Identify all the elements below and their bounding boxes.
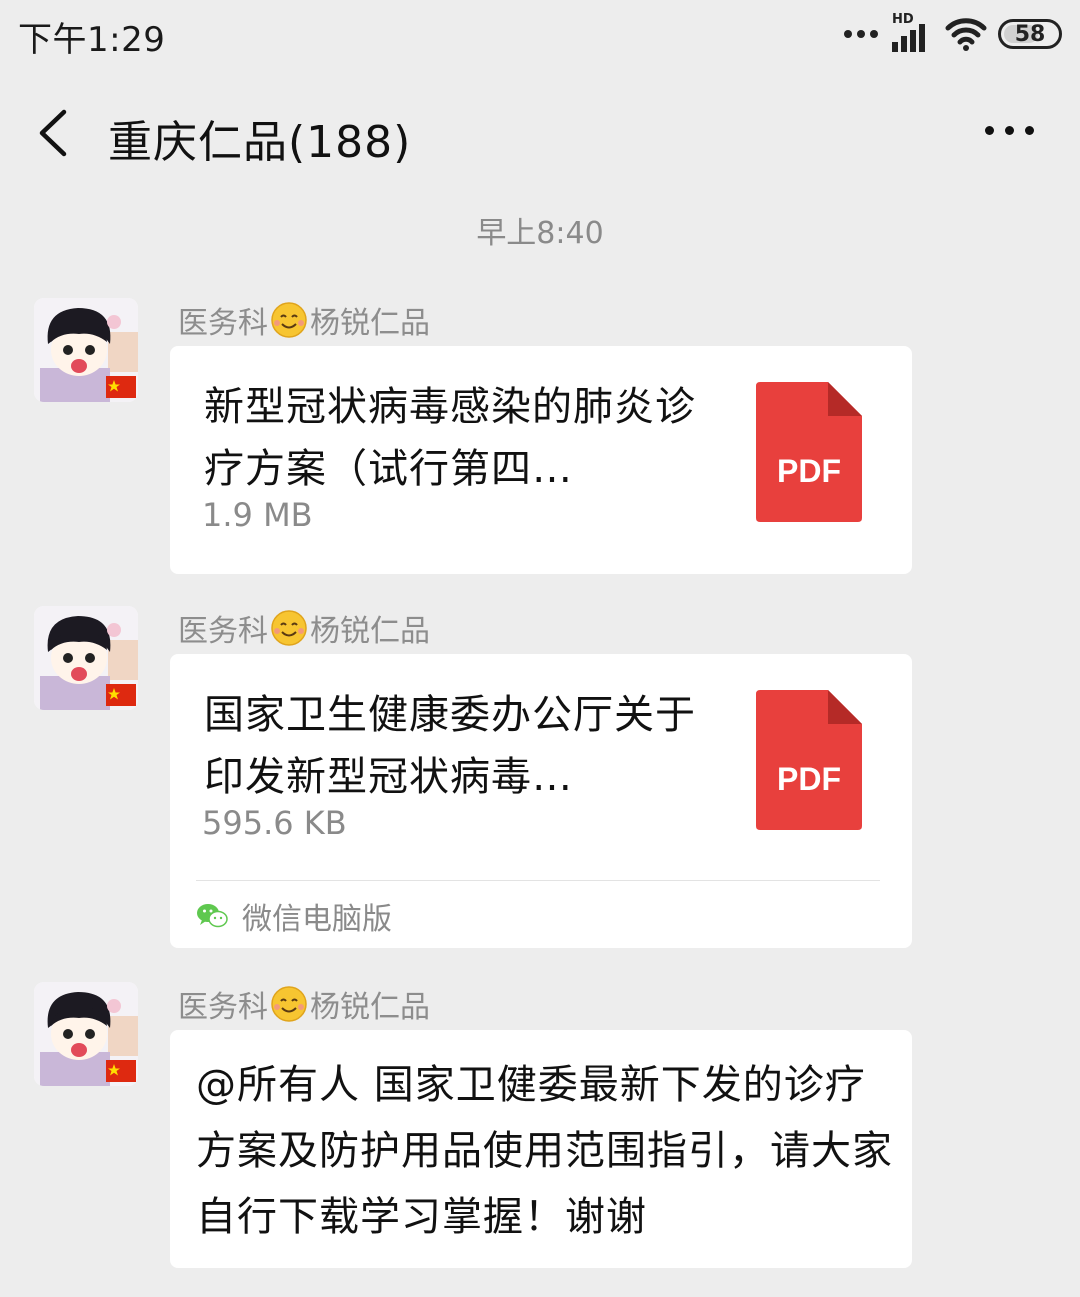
- smile-emoji-icon: [271, 986, 307, 1022]
- chat-header: 重庆仁品(188): [0, 86, 1080, 178]
- file-message-bubble[interactable]: 新型冠状病毒感染的肺炎诊疗方案（试行第四… 1.9 MB PDF: [170, 346, 912, 574]
- sender-name: 医务科 杨锐仁品: [178, 606, 430, 650]
- message-timestamp: 早上8:40: [476, 216, 604, 251]
- divider: [196, 880, 880, 881]
- avatar[interactable]: [34, 298, 138, 402]
- file-name: 新型冠状病毒感染的肺炎诊疗方案（试行第四…: [204, 384, 696, 492]
- battery-level: 58: [1014, 21, 1046, 47]
- message-source: 微信电脑版: [196, 894, 392, 938]
- cellular-signal-icon: HD: [892, 12, 934, 52]
- pdf-file-icon: PDF: [756, 382, 862, 522]
- pdf-label: PDF: [777, 453, 841, 489]
- more-dots-icon[interactable]: [985, 126, 1034, 135]
- avatar[interactable]: [34, 982, 138, 1086]
- source-label: 微信电脑版: [242, 902, 392, 937]
- file-size: 595.6 KB: [202, 804, 347, 842]
- sender-dept: 医务科: [178, 306, 268, 341]
- file-message-bubble[interactable]: 国家卫生健康委办公厅关于印发新型冠状病毒… 595.6 KB PDF 微信电脑版: [170, 654, 912, 948]
- sender-dept: 医务科: [178, 990, 268, 1025]
- file-name: 国家卫生健康委办公厅关于印发新型冠状病毒…: [204, 692, 696, 800]
- sender-person: 杨锐仁品: [310, 614, 430, 649]
- notification-dots-icon: [844, 30, 878, 38]
- pdf-file-icon: PDF: [756, 690, 862, 830]
- sender-name: 医务科 杨锐仁品: [178, 982, 430, 1026]
- status-bar: 下午1:29 HD 58: [0, 0, 1080, 70]
- file-size: 1.9 MB: [202, 496, 313, 534]
- avatar[interactable]: [34, 606, 138, 710]
- sender-person: 杨锐仁品: [310, 306, 430, 341]
- chat-title: 重庆仁品(188): [108, 117, 412, 168]
- battery-icon: 58: [998, 19, 1062, 49]
- sender-dept: 医务科: [178, 614, 268, 649]
- pdf-label: PDF: [777, 761, 841, 797]
- message-text: @所有人 国家卫健委最新下发的诊疗方案及防护用品使用范围指引，请大家自行下载学习…: [196, 1062, 893, 1240]
- status-time: 下午1:29: [18, 20, 166, 60]
- text-message-bubble[interactable]: @所有人 国家卫健委最新下发的诊疗方案及防护用品使用范围指引，请大家自行下载学习…: [170, 1030, 912, 1268]
- sender-name: 医务科 杨锐仁品: [178, 298, 430, 342]
- wechat-icon: [197, 904, 228, 928]
- smile-emoji-icon: [271, 610, 307, 646]
- chevron-left-icon[interactable]: [34, 108, 74, 158]
- sender-person: 杨锐仁品: [310, 990, 430, 1025]
- smile-emoji-icon: [271, 302, 307, 338]
- status-icons: HD 58: [844, 12, 1062, 54]
- wifi-icon: [945, 18, 987, 51]
